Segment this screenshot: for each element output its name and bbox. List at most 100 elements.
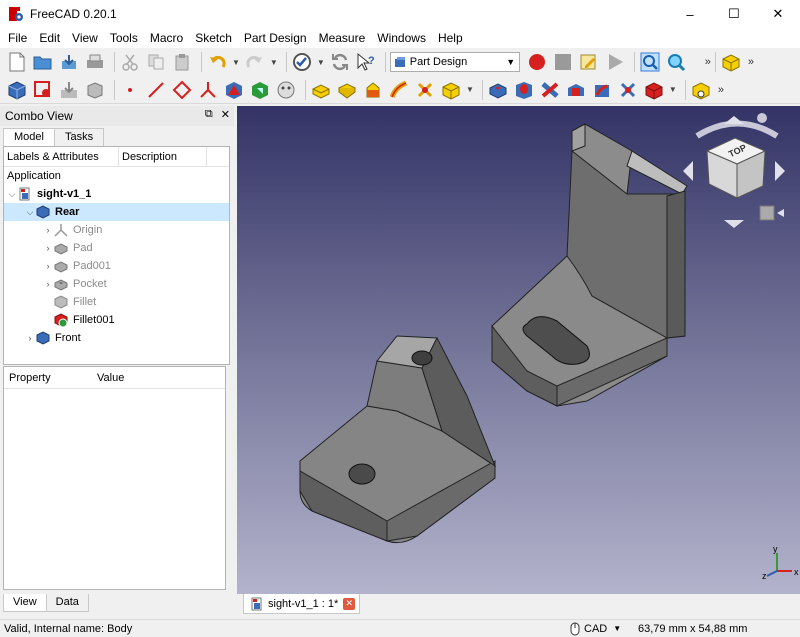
chevron-right-icon[interactable]: › [42, 225, 54, 235]
create-sketch-icon[interactable] [32, 79, 54, 101]
redo-dropdown-icon[interactable]: ▼ [270, 58, 278, 67]
refresh-dropdown-icon[interactable]: ▼ [317, 58, 325, 67]
chevron-right-icon[interactable]: › [42, 279, 54, 289]
run-macro-icon[interactable] [604, 51, 626, 73]
tab-data[interactable]: Data [45, 594, 89, 612]
cut-icon[interactable] [119, 51, 141, 73]
save-icon[interactable] [58, 51, 80, 73]
subtractive-pipe-icon[interactable] [591, 79, 613, 101]
column-description[interactable]: Description [119, 147, 207, 166]
clone-body-icon[interactable] [275, 79, 297, 101]
recompute-icon[interactable] [329, 51, 351, 73]
clone-icon[interactable] [84, 79, 106, 101]
print-icon[interactable] [84, 51, 106, 73]
menu-part-design[interactable]: Part Design [238, 28, 313, 48]
datum-point-icon[interactable] [119, 79, 141, 101]
additive-pipe-icon[interactable] [388, 79, 410, 101]
front-part[interactable] [299, 335, 497, 544]
pad-icon[interactable] [310, 79, 332, 101]
navigation-style-selector[interactable]: CAD ▼ [570, 622, 630, 636]
datum-plane-icon[interactable] [171, 79, 193, 101]
float-panel-icon[interactable]: ⧉ [205, 108, 213, 121]
whats-this-icon[interactable]: ? [355, 51, 377, 73]
record-macro-icon[interactable] [526, 51, 548, 73]
additive-primitive-dropdown-icon[interactable]: ▼ [466, 85, 474, 94]
maximize-button[interactable]: ☐ [712, 0, 756, 28]
pocket-icon[interactable] [487, 79, 509, 101]
toolbar-overflow-icon[interactable]: » [705, 56, 711, 68]
datum-line-icon[interactable] [145, 79, 167, 101]
document-tab[interactable]: sight-v1_1 : 1* ✕ [243, 594, 361, 614]
chevron-down-icon[interactable]: ⌵ [24, 207, 36, 218]
column-value[interactable]: Value [92, 367, 192, 388]
copy-icon[interactable] [145, 51, 167, 73]
tree-item-pad001[interactable]: › Pad001 [4, 257, 229, 275]
menu-view[interactable]: View [66, 28, 104, 48]
chevron-right-icon[interactable]: › [42, 243, 54, 253]
rear-part[interactable] [491, 123, 688, 407]
tree-item-fillet001[interactable]: Fillet001 [4, 311, 229, 329]
tree-item-pad[interactable]: › Pad [4, 239, 229, 257]
chevron-right-icon[interactable]: › [42, 261, 54, 271]
hole-icon[interactable] [513, 79, 535, 101]
tree-item-front[interactable]: › Front [4, 329, 229, 347]
revolution-icon[interactable] [336, 79, 358, 101]
new-document-icon[interactable] [6, 51, 28, 73]
std-part-icon[interactable] [720, 51, 742, 73]
subshape-binder-icon[interactable] [249, 79, 271, 101]
paste-icon[interactable] [171, 51, 193, 73]
column-property[interactable]: Property [4, 367, 92, 388]
open-folder-icon[interactable] [32, 51, 54, 73]
menu-macro[interactable]: Macro [144, 28, 189, 48]
edit-macro-icon[interactable] [578, 51, 600, 73]
tab-model[interactable]: Model [3, 128, 55, 146]
menu-help[interactable]: Help [432, 28, 469, 48]
minimize-button[interactable]: – [668, 0, 712, 28]
local-coordinate-system-icon[interactable] [197, 79, 219, 101]
tab-tasks[interactable]: Tasks [53, 128, 105, 146]
shape-binder-icon[interactable] [223, 79, 245, 101]
subtractive-primitive-dropdown-icon[interactable]: ▼ [669, 85, 677, 94]
create-body-icon[interactable] [6, 79, 28, 101]
undo-dropdown-icon[interactable]: ▼ [232, 58, 240, 67]
workbench-selector[interactable]: Part Design ▼ [389, 52, 520, 72]
tree-item-origin[interactable]: › Origin [4, 221, 229, 239]
subtractive-helix-icon[interactable] [617, 79, 639, 101]
menu-file[interactable]: File [2, 28, 33, 48]
redo-icon[interactable] [244, 51, 266, 73]
3d-viewport[interactable]: TOP y x z [237, 106, 800, 594]
3d-scene[interactable]: TOP y x z [237, 106, 800, 594]
menu-measure[interactable]: Measure [313, 28, 372, 48]
menu-tools[interactable]: Tools [104, 28, 144, 48]
close-tab-icon[interactable]: ✕ [343, 597, 356, 610]
close-button[interactable]: ✕ [756, 0, 800, 28]
tree-item-fillet[interactable]: Fillet [4, 293, 229, 311]
stop-macro-icon[interactable] [552, 51, 574, 73]
menu-windows[interactable]: Windows [371, 28, 432, 48]
navigation-cube[interactable]: TOP [683, 113, 785, 228]
tree-item-document[interactable]: ⌵ sight-v1_1 [4, 185, 229, 203]
toolbar-overflow-icon[interactable]: » [718, 84, 724, 96]
fit-selection-icon[interactable] [665, 51, 687, 73]
column-labels[interactable]: Labels & Attributes [4, 147, 119, 166]
toolbar-overflow-icon[interactable]: » [748, 56, 754, 68]
tree-item-rear[interactable]: ⌵ Rear [4, 203, 229, 221]
measure-linear-icon[interactable] [690, 79, 712, 101]
subtractive-primitive-icon[interactable] [643, 79, 665, 101]
tree-item-pocket[interactable]: › Pocket [4, 275, 229, 293]
additive-primitive-icon[interactable] [440, 79, 462, 101]
chevron-right-icon[interactable]: › [24, 333, 36, 343]
menu-edit[interactable]: Edit [33, 28, 66, 48]
undo-icon[interactable] [206, 51, 228, 73]
close-panel-icon[interactable]: ✕ [221, 108, 230, 121]
tab-view[interactable]: View [3, 594, 47, 612]
fit-all-icon[interactable] [639, 51, 661, 73]
chevron-down-icon[interactable]: ⌵ [6, 189, 18, 200]
menu-sketch[interactable]: Sketch [189, 28, 238, 48]
validate-sketch-icon[interactable] [58, 79, 80, 101]
additive-loft-icon[interactable] [362, 79, 384, 101]
additive-helix-icon[interactable] [414, 79, 436, 101]
groove-icon[interactable] [539, 79, 561, 101]
refresh-check-icon[interactable] [291, 51, 313, 73]
subtractive-loft-icon[interactable] [565, 79, 587, 101]
